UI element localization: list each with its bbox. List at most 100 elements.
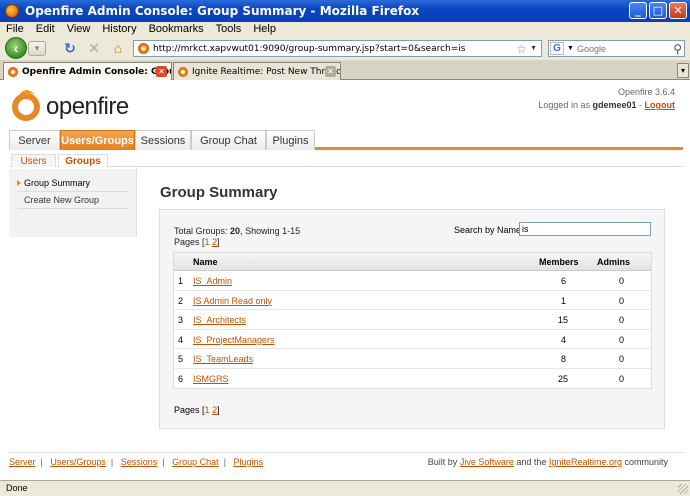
close-window-button[interactable]: ✕ — [669, 2, 687, 19]
menu-help[interactable]: Help — [253, 23, 276, 35]
groups-table: Name Members Admins 1 IS_Admin 6 0 2 IS … — [173, 252, 652, 389]
sidebar-divider — [18, 191, 128, 192]
search-bar[interactable]: G ▼ ⚲ — [548, 40, 685, 57]
menu-bar: File Edit View History Bookmarks Tools H… — [0, 22, 690, 36]
page-1-link[interactable]: 1 — [205, 237, 210, 247]
minimize-button[interactable]: _ — [629, 2, 647, 19]
table-header: Name Members Admins — [174, 253, 651, 271]
nav-sessions[interactable]: Sessions — [135, 130, 191, 150]
search-label: Search by Name: — [454, 225, 524, 235]
footer-link-plugins[interactable]: Plugins — [234, 457, 264, 467]
current-user: gdemee01 — [592, 100, 637, 110]
window-titlebar: Openfire Admin Console: Group Summary - … — [0, 0, 690, 22]
status-bar: Done — [0, 480, 690, 496]
menu-tools[interactable]: Tools — [216, 23, 242, 35]
navigation-toolbar: ‹ ▾ ↻ ✕ ⌂ http://mrkct.xapvwut01:9090/gr… — [0, 36, 690, 60]
tab-favicon — [178, 66, 188, 77]
nav-server[interactable]: Server — [9, 130, 60, 150]
tab-bar: Openfire Admin Console: Group S... ✕ Ign… — [0, 60, 690, 81]
menu-edit[interactable]: Edit — [36, 23, 55, 35]
column-name: Name — [193, 257, 218, 267]
status-text: Done — [6, 483, 28, 493]
main-nav: Server Users/Groups Sessions Group Chat … — [9, 130, 683, 150]
search-input[interactable] — [576, 43, 667, 54]
window-title: Openfire Admin Console: Group Summary - … — [25, 4, 420, 18]
window-controls: _ □ ✕ — [629, 2, 687, 19]
stop-icon[interactable]: ✕ — [86, 40, 102, 56]
nav-group-chat[interactable]: Group Chat — [191, 130, 266, 150]
table-row: 1 IS_Admin 6 0 — [174, 271, 651, 291]
nav-plugins[interactable]: Plugins — [266, 130, 315, 150]
table-row: 4 IS_ProjectManagers 4 0 — [174, 330, 651, 349]
tab-label: Openfire Admin Console: Group S... — [22, 67, 171, 77]
menu-file[interactable]: File — [6, 23, 24, 35]
firefox-icon — [5, 4, 19, 18]
brand-name: openfire — [46, 93, 129, 120]
version-text: Openfire 3.6.4 — [617, 87, 675, 97]
reload-icon[interactable]: ↻ — [62, 40, 78, 56]
table-row: 3 IS_Architects 15 0 — [174, 310, 651, 330]
logout-link[interactable]: Logout — [645, 100, 676, 110]
group-summary-panel: Total Groups: 20, Showing 1-15 Pages [1 … — [159, 209, 665, 429]
footer-nav: Server | Users/Groups | Sessions | Group Ch… — [9, 457, 264, 467]
search-icon[interactable]: ⚲ — [673, 42, 682, 56]
table-row: 2 IS Admin Read only 1 0 — [174, 291, 651, 310]
footer-link-group-chat[interactable]: Group Chat — [172, 457, 219, 467]
close-tab-icon[interactable]: ✕ — [156, 66, 167, 77]
search-engine-dropdown-icon[interactable]: ▼ — [567, 45, 574, 52]
nav-users-groups[interactable]: Users/Groups — [60, 130, 135, 150]
menu-bookmarks[interactable]: Bookmarks — [149, 23, 204, 35]
sidebar: Group Summary Create New Group — [9, 169, 137, 237]
pages-bottom: Pages [1 2] — [174, 405, 220, 415]
group-link[interactable]: IS_Admin — [193, 276, 232, 286]
resize-grip-icon[interactable] — [678, 484, 688, 494]
group-link[interactable]: IS_ProjectManagers — [193, 335, 275, 345]
table-row: 5 IS_TeamLeads 8 0 — [174, 349, 651, 369]
url-dropdown-icon[interactable]: ▼ — [530, 45, 537, 52]
sub-nav: Users Groups — [9, 154, 683, 167]
table-row: 6 ISMGRS 25 0 — [178, 373, 625, 384]
tab-openfire-admin[interactable]: Openfire Admin Console: Group S... ✕ — [3, 62, 172, 81]
back-button[interactable]: ‹ — [5, 37, 27, 59]
jive-software-link[interactable]: Jive Software — [460, 457, 514, 467]
total-groups: 20 — [230, 226, 241, 236]
openfire-logo-icon — [12, 90, 40, 121]
column-admins: Admins — [597, 257, 631, 267]
sidebar-divider — [18, 208, 128, 209]
search-by-name-input[interactable]: is — [519, 222, 651, 236]
footer-link-users-groups[interactable]: Users/Groups — [50, 457, 106, 467]
maximize-button[interactable]: □ — [649, 2, 667, 19]
login-status: Logged in as gdemee01 - Logout — [538, 100, 675, 110]
group-link[interactable]: IS_Architects — [193, 315, 246, 325]
google-icon[interactable]: G — [550, 42, 564, 55]
sidebar-item-create-group[interactable]: Create New Group — [9, 195, 119, 205]
subnav-users[interactable]: Users — [11, 154, 56, 167]
footer-credit: Built by Jive Software and the IgniteRea… — [427, 457, 668, 467]
url-text[interactable]: http://mrkct.xapvwut01:9090/group-summar… — [153, 44, 516, 54]
group-link[interactable]: ISMGRS — [193, 374, 229, 384]
page-1-link[interactable]: 1 — [205, 405, 210, 415]
subnav-groups[interactable]: Groups — [58, 154, 108, 167]
tab-ignite-realtime[interactable]: Ignite Realtime: Post New Thread ✕ — [173, 62, 341, 80]
summary-text: Total Groups: 20, Showing 1-15 Pages [1 … — [174, 226, 301, 247]
sidebar-item-group-summary[interactable]: Group Summary — [9, 178, 119, 188]
close-tab-icon[interactable]: ✕ — [325, 66, 336, 77]
igniterealtime-link[interactable]: IgniteRealtime.org — [549, 457, 622, 467]
address-bar[interactable]: http://mrkct.xapvwut01:9090/group-summar… — [133, 40, 542, 57]
group-link[interactable]: IS Admin Read only — [193, 296, 272, 306]
group-link[interactable]: IS_TeamLeads — [193, 354, 253, 364]
footer-link-server[interactable]: Server — [9, 457, 36, 467]
tab-favicon — [8, 67, 18, 77]
forward-dropdown-button[interactable]: ▾ — [28, 41, 46, 56]
column-members: Members — [539, 257, 579, 267]
footer-link-sessions[interactable]: Sessions — [121, 457, 158, 467]
menu-history[interactable]: History — [102, 23, 136, 35]
tab-label: Ignite Realtime: Post New Thread — [192, 66, 341, 77]
site-favicon — [138, 43, 149, 54]
tab-list-icon[interactable]: ▾ — [677, 63, 689, 78]
page-content: openfire Openfire 3.6.4 Logged in as gde… — [0, 80, 690, 480]
pages-top: Pages [1 2] — [174, 237, 220, 247]
bookmark-star-icon[interactable]: ☆ — [516, 42, 527, 56]
home-icon[interactable]: ⌂ — [110, 40, 126, 56]
menu-view[interactable]: View — [67, 23, 91, 35]
